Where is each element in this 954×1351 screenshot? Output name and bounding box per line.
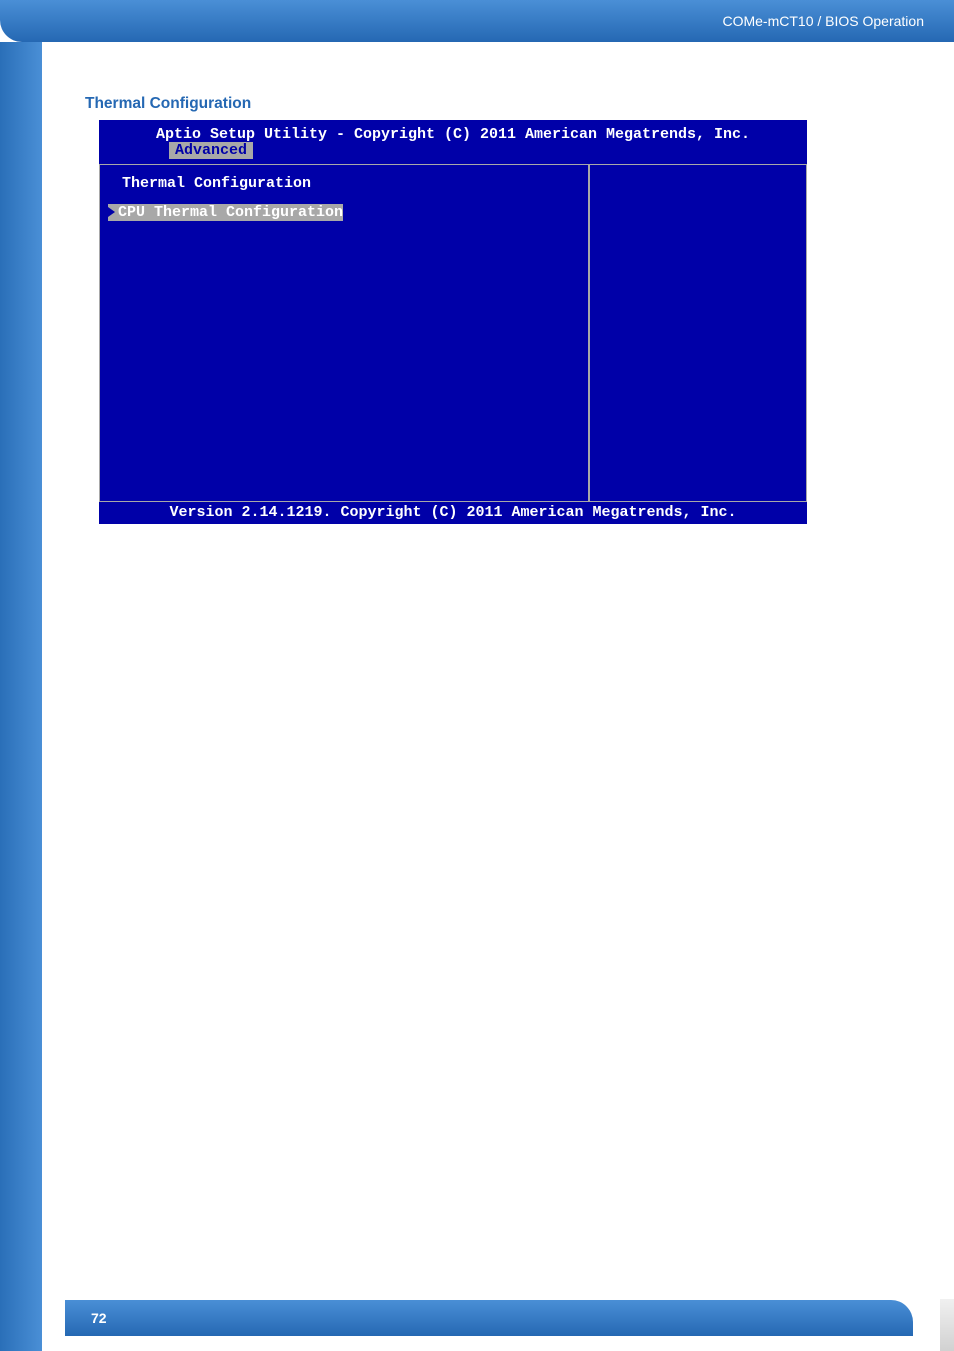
chevron-right-icon <box>108 207 115 217</box>
bios-top-bar: Aptio Setup Utility - Copyright (C) 2011… <box>99 120 807 164</box>
bios-key-hint: ↑↓: Select Item <box>598 355 798 372</box>
bios-key-hint: +/-: Change Opt. <box>598 389 798 406</box>
bios-left-panel: Thermal Configuration CPU Thermal Config… <box>99 164 589 502</box>
bios-menu-label: Platform Thermal Configuration <box>118 221 388 238</box>
bios-key-hint: ESC: Exit <box>598 474 798 491</box>
bios-key-hint: F3: Optimized Defaults <box>598 440 798 457</box>
breadcrumb: COMe-mCT10 / BIOS Operation <box>722 13 924 29</box>
bios-key-hint: Enter: Select <box>598 372 798 389</box>
bios-section-heading: Thermal Configuration <box>108 175 580 192</box>
bios-footer: Version 2.14.1219. Copyright (C) 2011 Am… <box>99 502 807 524</box>
bios-right-panel: CPU Thermal Configuration options ><: Se… <box>589 164 807 502</box>
left-margin-bar <box>0 42 42 1351</box>
chevron-right-icon <box>108 224 115 234</box>
bios-key-hints: ><: Select Screen ↑↓: Select Item Enter:… <box>598 338 798 491</box>
page-number: 72 <box>91 1310 107 1326</box>
page-header: COMe-mCT10 / BIOS Operation <box>0 0 954 42</box>
page-footer: 72 <box>65 1300 913 1336</box>
bios-menu-item-cpu-thermal[interactable]: CPU Thermal Configuration <box>108 204 580 221</box>
bios-body: Thermal Configuration CPU Thermal Config… <box>99 164 807 502</box>
page-shadow <box>940 1299 954 1351</box>
bios-help-text: CPU Thermal Configuration options <box>598 175 798 209</box>
bios-key-hint: F2: Previous Values <box>598 423 798 440</box>
bios-tab-advanced[interactable]: Advanced <box>169 142 253 159</box>
bios-help-line: CPU Thermal <box>598 175 798 192</box>
bios-help-line: Configuration options <box>598 192 798 209</box>
bios-title: Aptio Setup Utility - Copyright (C) 2011… <box>99 120 807 143</box>
bios-menu-label: CPU Thermal Configuration <box>118 204 343 221</box>
bios-screen: Aptio Setup Utility - Copyright (C) 2011… <box>99 120 807 524</box>
section-title: Thermal Configuration <box>85 95 251 113</box>
bios-key-hint: F4: Save & Exit <box>598 457 798 474</box>
bios-menu-item-platform-thermal[interactable]: Platform Thermal Configuration <box>108 221 580 238</box>
bios-key-hint: F1: General Help <box>598 406 798 423</box>
bios-key-hint: ><: Select Screen <box>598 338 798 355</box>
bios-tab-row: Advanced <box>99 142 807 159</box>
